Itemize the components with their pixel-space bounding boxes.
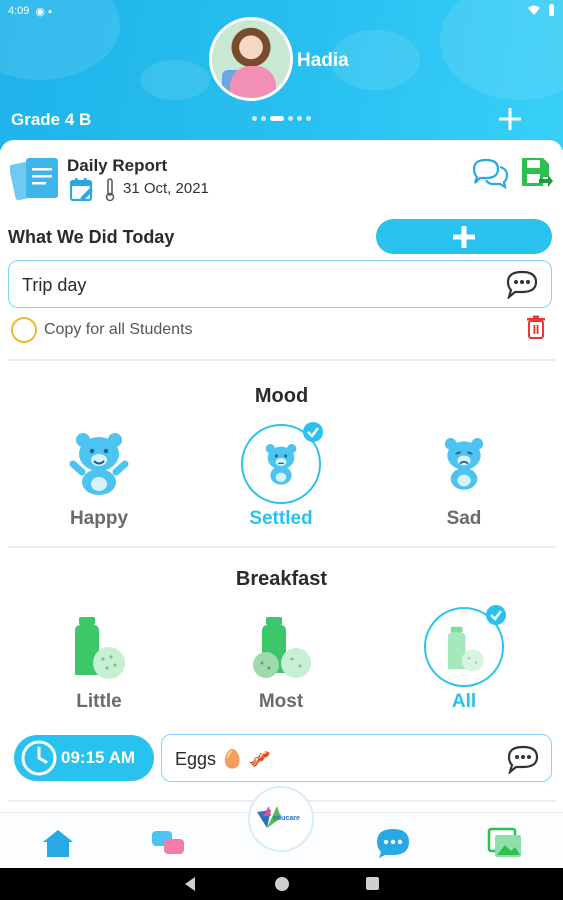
report-date[interactable]: 31 Oct, 2021 <box>123 180 209 197</box>
thermometer-icon <box>105 178 115 202</box>
copy-all-label: Copy for all Students <box>44 321 193 338</box>
breakfast-label: Most <box>258 691 304 712</box>
mood-label: Settled <box>249 508 313 529</box>
report-title: Daily Report <box>67 156 168 175</box>
activity-input[interactable]: Trip day <box>8 260 552 308</box>
sad-bear-icon <box>444 438 484 490</box>
activities-title: What We Did Today <box>8 227 175 247</box>
gallery-icon[interactable] <box>487 827 523 859</box>
battery-icon <box>548 3 555 19</box>
status-bar: 4:09 ◉ ▪ <box>0 0 563 22</box>
mood-title: Mood <box>254 385 309 407</box>
breakfast-label: Little <box>76 691 122 712</box>
wifi-icon <box>528 5 540 18</box>
breakfast-time-picker[interactable]: 09:15 AM <box>14 735 154 781</box>
student-avatar[interactable] <box>209 17 293 101</box>
documents-icon <box>10 158 58 201</box>
divider <box>8 359 556 361</box>
breakfast-note: Eggs 🥚 🥓 <box>175 749 271 769</box>
logo-text: educare <box>273 815 300 822</box>
copy-all-checkbox[interactable] <box>11 317 37 343</box>
grade-label[interactable]: Grade 4 B <box>11 110 91 130</box>
breakfast-note-input[interactable]: Eggs 🥚 🥓 <box>161 734 552 782</box>
comment-icon[interactable] <box>505 269 539 299</box>
chat-icon[interactable] <box>375 827 411 859</box>
mood-label: Happy <box>69 508 129 529</box>
mood-option-happy[interactable]: Happy <box>39 420 159 535</box>
milk-cookie-empty-icon <box>447 626 484 672</box>
app-logo[interactable]: educare <box>248 786 314 852</box>
home-icon[interactable] <box>40 827 76 859</box>
breakfast-option-little[interactable]: Little <box>39 605 159 720</box>
breakfast-time: 09:15 AM <box>61 748 136 767</box>
plus-icon <box>453 226 475 248</box>
student-name: Hadia <box>297 50 349 71</box>
calendar-edit-icon[interactable] <box>69 177 95 203</box>
milk-cookies-icon <box>253 617 311 678</box>
conversation-icon[interactable] <box>471 157 509 189</box>
system-navigation-bar <box>0 868 563 900</box>
mood-label: Sad <box>446 508 482 529</box>
milk-cookie-icon <box>75 617 125 679</box>
happy-bear-icon <box>69 433 129 495</box>
activity-text: Trip day <box>22 275 87 295</box>
home-circle-icon[interactable] <box>275 877 289 891</box>
breakfast-option-all[interactable]: All <box>404 605 524 720</box>
recents-icon[interactable] <box>366 877 379 890</box>
save-export-icon[interactable] <box>519 155 553 189</box>
clock-icon <box>21 740 57 776</box>
messages-icon[interactable] <box>150 827 186 859</box>
mood-option-sad[interactable]: Sad <box>404 420 524 535</box>
add-student-icon[interactable] <box>498 107 522 131</box>
add-activity-button[interactable] <box>376 219 552 254</box>
delete-icon[interactable] <box>526 315 546 339</box>
status-time: 4:09 <box>8 5 30 17</box>
settled-bear-icon <box>265 444 297 485</box>
profile-header: 4:09 ◉ ▪ Hadia Grade 4 B <box>0 0 563 150</box>
mood-option-settled[interactable]: Settled <box>221 420 341 535</box>
breakfast-title: Breakfast <box>235 568 328 590</box>
back-icon[interactable] <box>185 877 195 891</box>
breakfast-label: All <box>451 691 477 712</box>
student-pager[interactable] <box>252 116 311 121</box>
comment-icon[interactable] <box>506 744 540 774</box>
breakfast-option-most[interactable]: Most <box>221 605 341 720</box>
check-icon <box>486 605 506 625</box>
check-icon <box>303 422 323 442</box>
status-app-icons: ◉ ▪ <box>35 5 52 18</box>
divider <box>8 546 556 548</box>
